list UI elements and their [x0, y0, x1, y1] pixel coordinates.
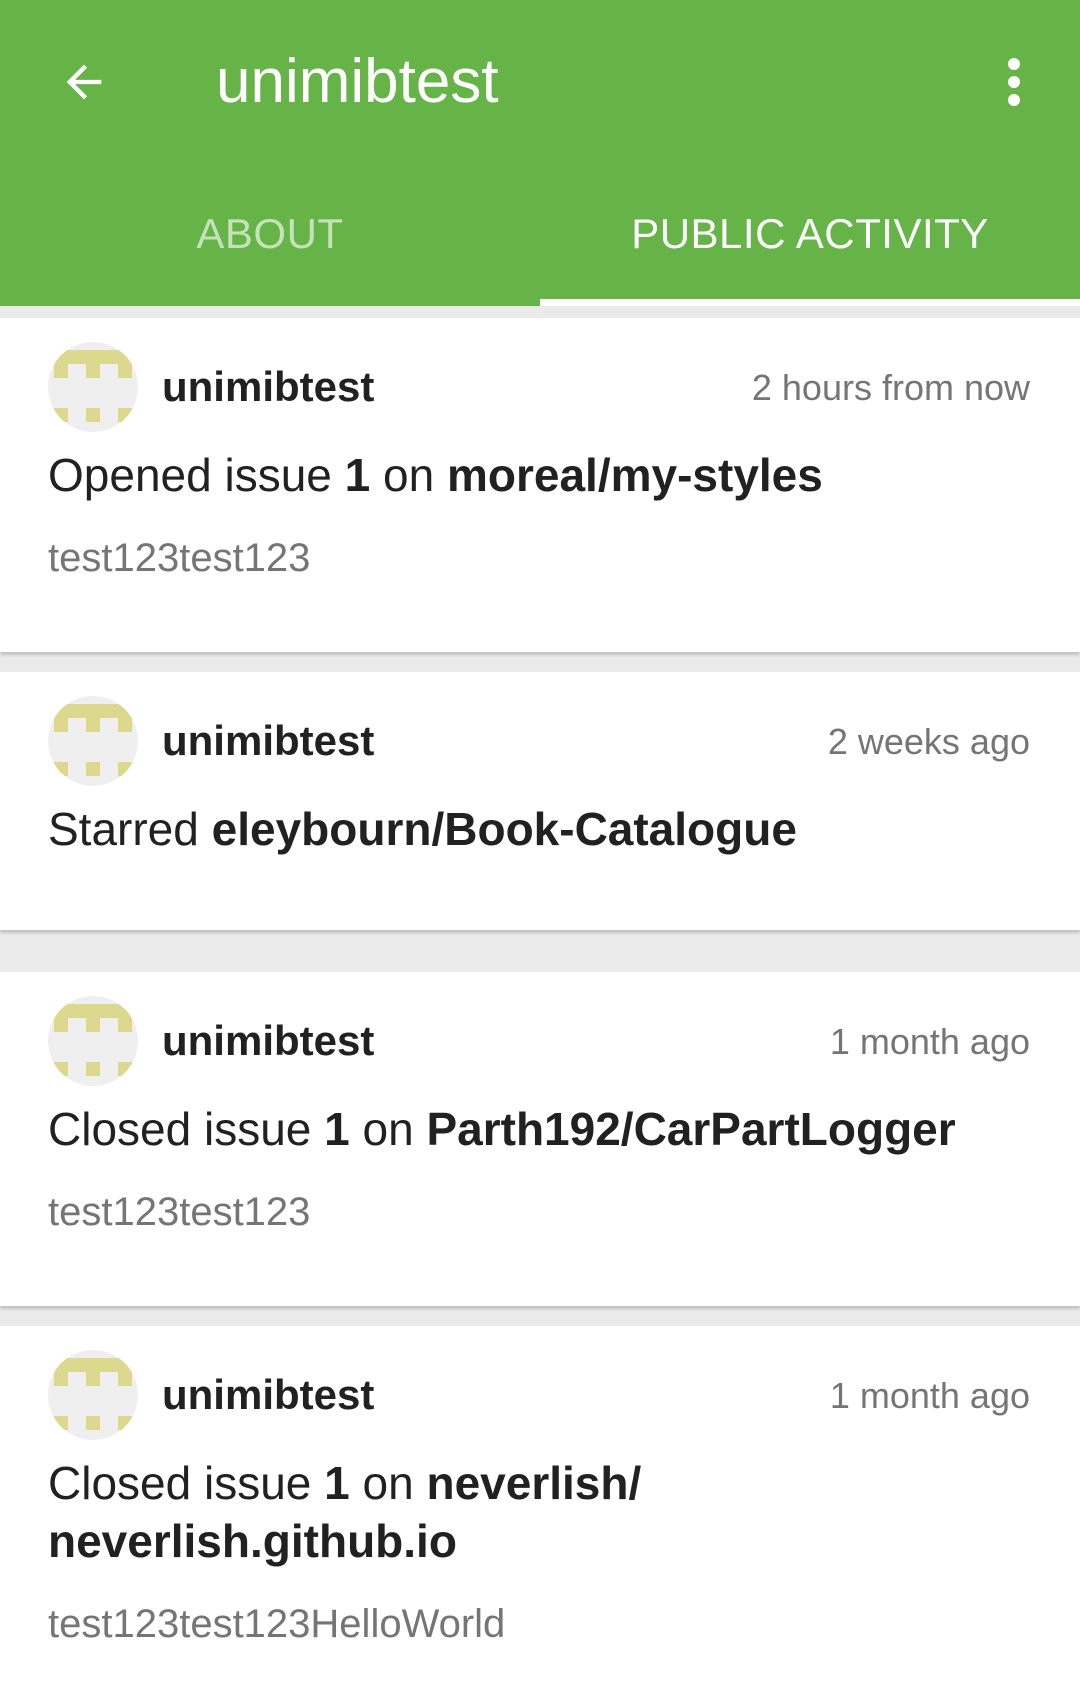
event-text: Starred eleybourn/Book-Catalogue	[48, 800, 1028, 858]
event-detail: test123test123HelloWorld	[48, 1602, 506, 1646]
repo-name[interactable]: moreal/my-styles	[447, 449, 823, 501]
event-text: Opened issue 1 on moreal/my-styles	[48, 446, 1028, 504]
arrow-left-icon	[66, 64, 102, 100]
tab-about-label: ABOUT	[196, 210, 344, 257]
tab-public-activity[interactable]: PUBLIC ACTIVITY	[540, 180, 1080, 306]
page-title: unimibtest	[216, 47, 499, 116]
repo-name-part2[interactable]: neverlish.github.io	[48, 1515, 457, 1567]
issue-number: 1	[324, 1457, 350, 1509]
avatar[interactable]	[48, 996, 138, 1086]
timestamp: 1 month ago	[829, 1375, 1030, 1416]
overflow-menu-button[interactable]	[984, 50, 1044, 114]
event-action: Starred	[48, 803, 199, 855]
tab-about[interactable]: ABOUT	[0, 180, 540, 306]
tab-bar: ABOUT PUBLIC ACTIVITY	[0, 180, 1080, 306]
repo-name-part1[interactable]: neverlish/	[426, 1457, 641, 1509]
username[interactable]: unimibtest	[162, 360, 374, 414]
username[interactable]: unimibtest	[162, 1014, 374, 1068]
identicon-icon	[54, 350, 132, 422]
issue-number: 1	[344, 449, 371, 501]
timestamp: 2 hours from now	[751, 367, 1030, 408]
repo-name[interactable]: Parth192/CarPartLogger	[426, 1103, 955, 1155]
event-detail: test123test123	[48, 536, 311, 580]
activity-card[interactable]: unimibtest 1 month ago Closed issue 1 on…	[0, 1326, 1080, 1706]
back-button[interactable]	[52, 50, 116, 114]
event-action: Closed issue	[48, 1103, 312, 1155]
event-text: Closed issue 1 on Parth192/CarPartLogger	[48, 1100, 1028, 1158]
event-on: on	[383, 449, 435, 501]
activity-card[interactable]: unimibtest 1 month ago Closed issue 1 on…	[0, 972, 1080, 1306]
repo-name[interactable]: eleybourn/Book-Catalogue	[212, 803, 797, 855]
avatar[interactable]	[48, 1350, 138, 1440]
tab-public-activity-label: PUBLIC ACTIVITY	[631, 210, 989, 257]
username[interactable]: unimibtest	[162, 714, 374, 768]
app-bar: unimibtest ABOUT PUBLIC ACTIVITY	[0, 0, 1080, 306]
event-on: on	[362, 1457, 414, 1509]
tab-indicator	[540, 299, 1080, 306]
identicon-icon	[54, 704, 132, 776]
activity-card[interactable]: unimibtest 2 weeks ago Starred eleybourn…	[0, 672, 1080, 930]
issue-number: 1	[324, 1103, 350, 1155]
activity-card[interactable]: unimibtest 2 hours from now Opened issue…	[0, 318, 1080, 652]
more-vert-icon	[1008, 58, 1020, 106]
timestamp: 1 month ago	[829, 1021, 1030, 1062]
event-action: Closed issue	[48, 1457, 312, 1509]
event-detail: test123test123	[48, 1190, 311, 1234]
identicon-icon	[54, 1358, 132, 1430]
event-on: on	[362, 1103, 414, 1155]
username[interactable]: unimibtest	[162, 1368, 374, 1422]
avatar[interactable]	[48, 342, 138, 432]
event-text: Closed issue 1 on neverlish/ neverlish.g…	[48, 1454, 1028, 1570]
avatar[interactable]	[48, 696, 138, 786]
identicon-icon	[54, 1004, 132, 1076]
event-action: Opened issue	[48, 449, 332, 501]
timestamp: 2 weeks ago	[827, 721, 1030, 762]
